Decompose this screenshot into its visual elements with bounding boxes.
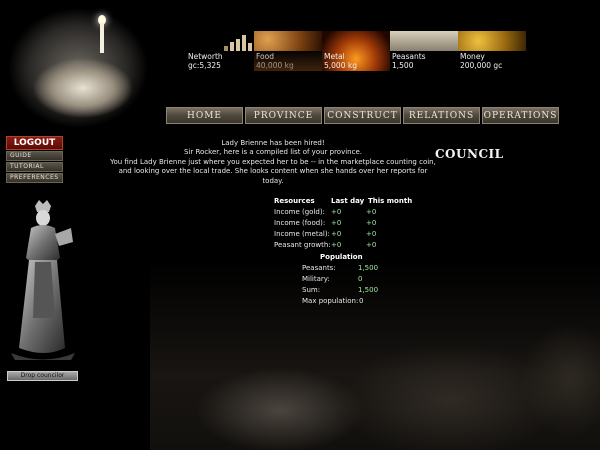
gold-coins-icon [458, 31, 526, 51]
stat-money: Money 200,000 gc [458, 31, 526, 71]
councilor-portrait [11, 200, 75, 360]
nav-operations-button[interactable]: OPERATIONS [482, 107, 559, 124]
preferences-link[interactable]: PREFERENCES [6, 173, 63, 183]
book-candle-illustration [3, 3, 153, 130]
nav-relations-button[interactable]: RELATIONS [403, 107, 480, 124]
row-value: 0 [358, 275, 363, 283]
row-value: 1,500 [358, 286, 379, 294]
last-day-value: +0 [331, 241, 342, 249]
last-day-value: +0 [331, 208, 342, 216]
message-line: Sir Rocker, here is a compiled list of y… [184, 148, 362, 157]
page-title: COUNCIL [435, 147, 504, 161]
column-header: Resources [274, 197, 315, 205]
this-month-value: +0 [366, 230, 377, 238]
stat-value: 1,500 [392, 61, 414, 70]
stat-metal: Metal 5,000 kg [322, 31, 390, 71]
tutorial-link[interactable]: TUTORIAL [6, 162, 63, 172]
message-line: and looking over the local trade. She lo… [118, 167, 428, 185]
row-label: Military: [302, 275, 330, 283]
row-label: Peasants: [302, 264, 336, 272]
stat-peasants: Peasants 1,500 [390, 31, 458, 71]
last-day-value: +0 [331, 219, 342, 227]
stat-label: Networth [188, 52, 223, 61]
stat-value: gc:5,325 [188, 61, 221, 70]
stat-value: 40,000 kg [256, 61, 294, 70]
networth-bar-graph-icon [186, 31, 254, 51]
hire-notice: Lady Brienne has been hired! [221, 139, 325, 147]
this-month-value: +0 [366, 241, 377, 249]
row-value: 0 [359, 297, 364, 305]
row-value: 1,500 [358, 264, 379, 272]
nav-home-button[interactable]: HOME [166, 107, 243, 124]
stat-food: Food 40,000 kg [254, 31, 322, 71]
candle [100, 23, 104, 53]
this-month-value: +0 [366, 208, 377, 216]
row-label: Sum: [302, 286, 321, 294]
stat-label: Peasants [392, 52, 426, 61]
last-day-value: +0 [331, 230, 342, 238]
message-line: You find Lady Brienne just where you exp… [110, 157, 436, 166]
row-label: Income (gold): [274, 208, 325, 216]
population-title: Population [320, 253, 363, 261]
council-message: Lady Brienne has been hired! Sir Rocker,… [108, 139, 438, 186]
stat-networth: Networth gc:5,325 [186, 31, 254, 71]
guide-link[interactable]: GUIDE [6, 151, 63, 161]
tree-silhouette [480, 300, 600, 450]
row-label: Max population: [302, 297, 359, 305]
stat-label: Food [256, 52, 274, 61]
stat-label: Money [460, 52, 485, 61]
column-header: Last day [331, 197, 365, 205]
drop-councilor-button[interactable]: Drop councilor [7, 371, 78, 381]
side-menu: LOGOUT GUIDE TUTORIAL PREFERENCES [6, 136, 63, 183]
bread-icon [254, 31, 322, 51]
main-nav: HOME PROVINCE CONSTRUCT RELATIONS OPERAT… [166, 107, 561, 124]
column-header: This month [368, 197, 413, 205]
row-label: Income (food): [274, 219, 326, 227]
logout-button[interactable]: LOGOUT [6, 136, 63, 150]
stats-banner: Networth gc:5,325 Food 40,000 kg Metal 5… [186, 31, 526, 71]
stat-label: Metal [324, 52, 345, 61]
stat-value: 5,000 kg [324, 61, 357, 70]
nav-province-button[interactable]: PROVINCE [245, 107, 322, 124]
row-label: Peasant growth: [274, 241, 331, 249]
stat-value: 200,000 gc [460, 61, 503, 70]
peasants-icon [390, 31, 458, 51]
nav-construct-button[interactable]: CONSTRUCT [324, 107, 401, 124]
this-month-value: +0 [366, 219, 377, 227]
row-label: Income (metal): [274, 230, 330, 238]
